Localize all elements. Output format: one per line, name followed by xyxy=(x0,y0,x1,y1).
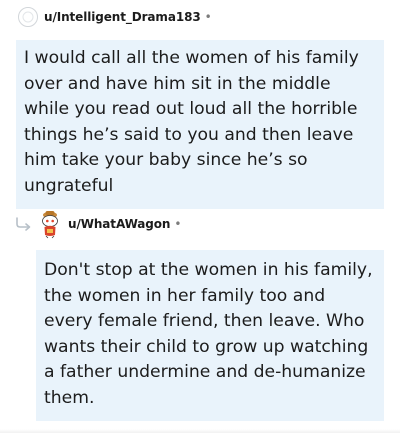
comment-thread: u/Intelligent_Drama183 • I would call al… xyxy=(0,0,400,433)
snoo-avatar-icon[interactable] xyxy=(38,209,62,239)
blank-avatar-icon[interactable] xyxy=(18,7,38,27)
reply-arrow-icon xyxy=(16,217,31,231)
reply-body: Don't stop at the women in his family, t… xyxy=(36,250,384,421)
comment-body: I would call all the women of his family… xyxy=(16,40,384,209)
comment-author[interactable]: u/Intelligent_Drama183 xyxy=(44,10,201,24)
divider xyxy=(0,429,400,433)
comment-text: I would call all the women of his family… xyxy=(24,48,359,196)
meta-separator: • xyxy=(204,10,212,24)
reply-header: u/WhatAWagon • xyxy=(38,209,181,239)
reply-text: Don't stop at the women in his family, t… xyxy=(44,260,373,408)
meta-separator: • xyxy=(174,217,182,231)
reply-author[interactable]: u/WhatAWagon xyxy=(68,217,170,231)
comment-header: u/Intelligent_Drama183 • xyxy=(18,6,212,28)
